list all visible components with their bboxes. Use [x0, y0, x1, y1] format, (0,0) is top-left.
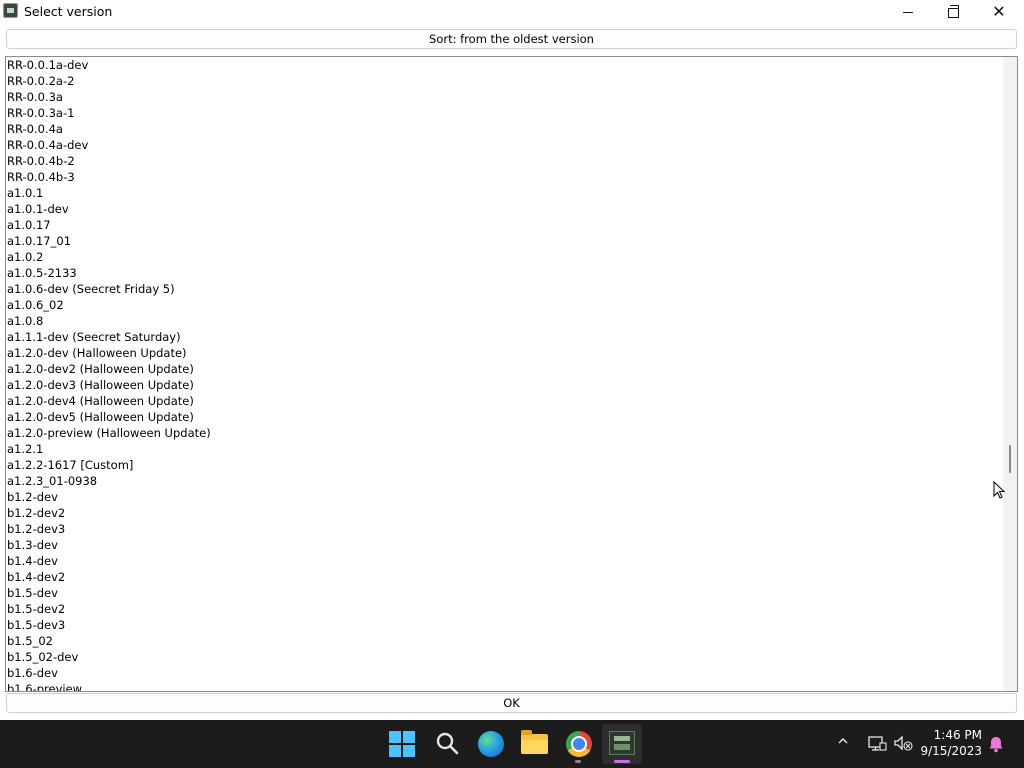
- clock[interactable]: 1:46 PM 9/15/2023: [912, 727, 982, 759]
- title-bar[interactable]: Select version ✕: [0, 0, 1024, 24]
- version-list-item[interactable]: RR-0.0.4a: [6, 121, 1002, 137]
- file-explorer-icon[interactable]: [521, 730, 548, 754]
- chrome-running-indicator: [575, 760, 581, 763]
- version-list-item[interactable]: RR-0.0.3a: [6, 89, 1002, 105]
- version-list-item[interactable]: a1.0.1-dev: [6, 201, 1002, 217]
- chrome-icon[interactable]: [566, 731, 592, 757]
- version-list-item[interactable]: a1.0.8: [6, 313, 1002, 329]
- version-list-item[interactable]: b1.3-dev: [6, 537, 1002, 553]
- edge-icon[interactable]: [478, 731, 504, 757]
- version-list-item[interactable]: RR-0.0.4b-2: [6, 153, 1002, 169]
- version-list-item[interactable]: b1.5_02-dev: [6, 649, 1002, 665]
- window-title: Select version: [24, 4, 113, 19]
- chevron-up-icon[interactable]: [838, 736, 848, 746]
- version-list-item[interactable]: b1.2-dev2: [6, 505, 1002, 521]
- version-list-item[interactable]: a1.2.3_01-0938: [6, 473, 1002, 489]
- version-list-item[interactable]: RR-0.0.4b-3: [6, 169, 1002, 185]
- clock-time: 1:46 PM: [933, 728, 982, 742]
- version-list-item[interactable]: a1.1.1-dev (Seecret Saturday): [6, 329, 1002, 345]
- mouse-cursor-icon: [993, 481, 1005, 499]
- version-list-item[interactable]: b1.6-preview: [6, 681, 1002, 691]
- clock-date: 9/15/2023: [920, 744, 982, 758]
- version-list-item[interactable]: RR-0.0.1a-dev: [6, 57, 1002, 73]
- minimize-button[interactable]: [885, 0, 931, 24]
- version-list-item[interactable]: a1.2.0-preview (Halloween Update): [6, 425, 1002, 441]
- version-list-item[interactable]: a1.0.6-dev (Seecret Friday 5): [6, 281, 1002, 297]
- version-list-item[interactable]: RR-0.0.3a-1: [6, 105, 1002, 121]
- close-icon: ✕: [992, 2, 1006, 21]
- version-list-item[interactable]: a1.2.0-dev4 (Halloween Update): [6, 393, 1002, 409]
- version-list-item[interactable]: b1.4-dev: [6, 553, 1002, 569]
- ok-button[interactable]: OK: [6, 693, 1017, 713]
- sort-button[interactable]: Sort: from the oldest version: [6, 29, 1017, 49]
- network-icon[interactable]: [867, 734, 887, 752]
- version-list-item[interactable]: b1.5-dev3: [6, 617, 1002, 633]
- version-list-item[interactable]: a1.2.1: [6, 441, 1002, 457]
- version-list-item[interactable]: a1.2.2-1617 [Custom]: [6, 457, 1002, 473]
- search-icon[interactable]: [435, 731, 459, 755]
- version-list-item[interactable]: b1.2-dev: [6, 489, 1002, 505]
- version-list-item[interactable]: b1.5-dev: [6, 585, 1002, 601]
- version-list-item[interactable]: a1.0.6_02: [6, 297, 1002, 313]
- version-list-item[interactable]: a1.0.1: [6, 185, 1002, 201]
- version-list-item[interactable]: b1.5_02: [6, 633, 1002, 649]
- version-list-item[interactable]: a1.2.0-dev (Halloween Update): [6, 345, 1002, 361]
- version-list-item[interactable]: a1.2.0-dev2 (Halloween Update): [6, 361, 1002, 377]
- close-button[interactable]: ✕: [976, 0, 1022, 24]
- version-list-item[interactable]: RR-0.0.2a-2: [6, 73, 1002, 89]
- version-list-item[interactable]: a1.0.17: [6, 217, 1002, 233]
- version-list-item[interactable]: b1.2-dev3: [6, 521, 1002, 537]
- maximize-button[interactable]: [930, 0, 976, 24]
- version-list-item[interactable]: RR-0.0.4a-dev: [6, 137, 1002, 153]
- windows-start-icon[interactable]: [389, 731, 415, 757]
- app-logo-icon: [3, 3, 18, 18]
- scrollbar[interactable]: [1003, 57, 1017, 691]
- scrollbar-thumb[interactable]: [1009, 445, 1011, 473]
- version-list-item[interactable]: a1.2.0-dev3 (Halloween Update): [6, 377, 1002, 393]
- version-list-item[interactable]: a1.0.17_01: [6, 233, 1002, 249]
- version-list-item[interactable]: b1.5-dev2: [6, 601, 1002, 617]
- version-list-item[interactable]: a1.0.5-2133: [6, 265, 1002, 281]
- version-list[interactable]: RR-0.0.1a-dev RR-0.0.2a-2 RR-0.0.3a RR-0.0.…: [5, 56, 1018, 692]
- version-list-item[interactable]: a1.0.2: [6, 249, 1002, 265]
- version-list-item[interactable]: a1.2.0-dev5 (Halloween Update): [6, 409, 1002, 425]
- volume-muted-icon[interactable]: [893, 734, 913, 752]
- app-running-indicator: [614, 760, 630, 763]
- version-list-items: RR-0.0.1a-dev RR-0.0.2a-2 RR-0.0.3a RR-0.0.…: [6, 57, 1002, 691]
- notification-bell-icon[interactable]: [987, 735, 1005, 753]
- version-list-item[interactable]: b1.6-dev: [6, 665, 1002, 681]
- restore-icon: [947, 5, 959, 18]
- app-taskbar-icon[interactable]: [609, 731, 635, 755]
- version-list-item[interactable]: b1.4-dev2: [6, 569, 1002, 585]
- minimize-icon: [903, 11, 913, 13]
